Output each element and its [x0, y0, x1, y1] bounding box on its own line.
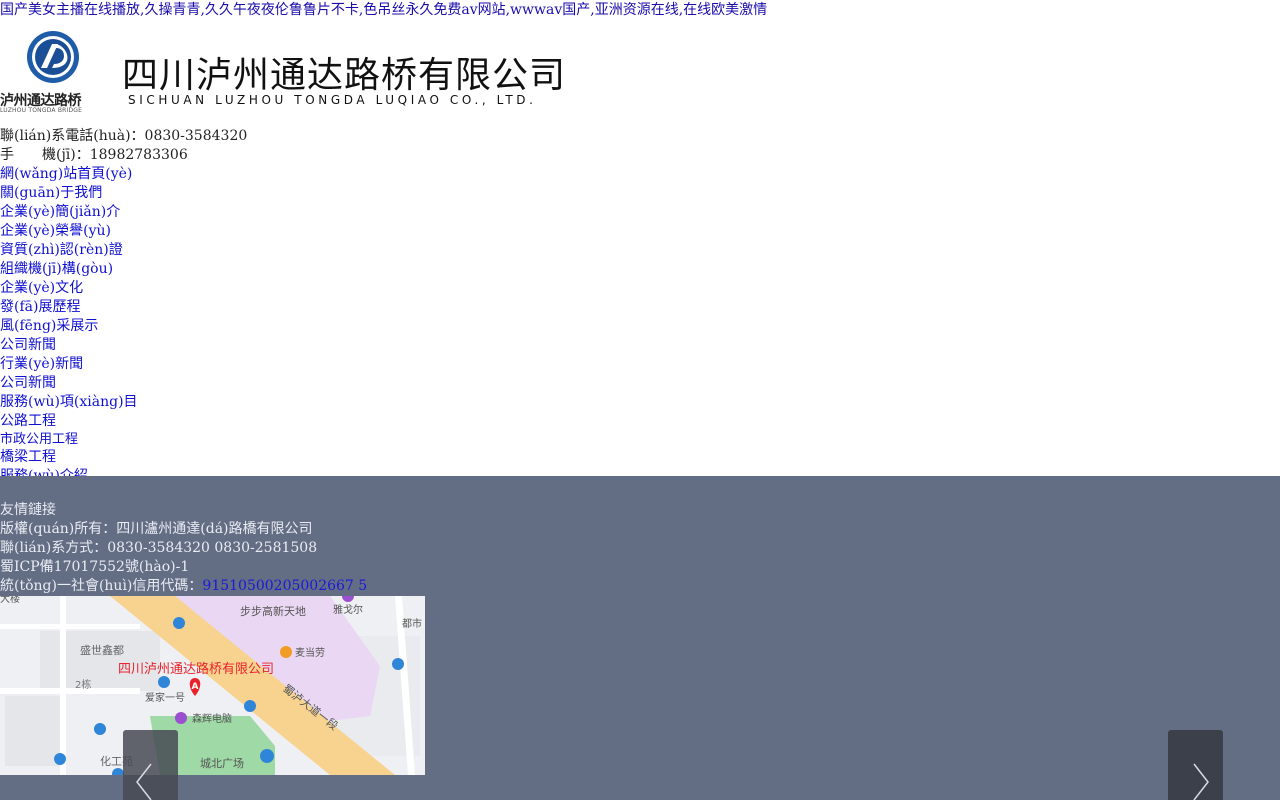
location-map[interactable]: 步步高新天地 雅戈尔 都市 麦当劳 盛世鑫都 2栋 爱家一号 森辉电脑 蜀泸大道… [0, 596, 425, 775]
nav-item-municipal[interactable]: 市政公用工程 [0, 431, 300, 448]
footer-info: 友情鏈接 版權(quán)所有：四川瀘州通達(dá)路橋有限公司 聯(lián)… [0, 501, 367, 596]
nav-item-highway[interactable]: 公路工程 [0, 412, 300, 431]
slider-prev-button[interactable] [123, 730, 178, 800]
company-logo[interactable]: 泸州通达路桥 LUZHOU TONGDA BRIDGE 四川泸州通达路桥有限公司… [0, 30, 565, 116]
footer-icp: 蜀ICP備17017552號(hào)-1 [0, 559, 190, 575]
nav-item-certification[interactable]: 資質(zhì)認(rèn)證 [0, 241, 300, 260]
company-name-cn: 四川泸州通达路桥有限公司 [122, 55, 567, 96]
contact-mobile: 手 機(jī)：18982783306 [0, 147, 188, 163]
footer-credit: 統(tǒng)一社會(huì)信用代碼：91510500205002667 5 [0, 577, 367, 596]
company-name-en: SICHUAN LUZHOU TONGDA LUQIAO CO., LTD. [128, 93, 537, 107]
logo-emblem: 泸州通达路桥 LUZHOU TONGDA BRIDGE [0, 30, 106, 116]
chevron-left-icon [136, 763, 152, 800]
map-label-bubugao: 步步高新天地 [240, 604, 306, 618]
contact-phone: 聯(lián)系電話(huà)：0830-3584320 [0, 128, 248, 144]
nav-item-honor[interactable]: 企業(yè)榮譽(yù) [0, 222, 300, 241]
map-label-senhui: 森辉电脑 [192, 712, 232, 725]
map-company-label: 四川泸州通达路桥有限公司 [118, 661, 274, 677]
nav-item-news[interactable]: 公司新聞 [0, 336, 300, 355]
map-label-mcdonalds: 麦当劳 [295, 646, 325, 659]
footer-credit-label: 統(tǒng)一社會(huì)信用代碼： [0, 578, 203, 594]
chevron-right-icon [1193, 763, 1209, 800]
nav-item-intro[interactable]: 企業(yè)簡(jiǎn)介 [0, 203, 300, 222]
friend-links-title: 友情鏈接 [0, 502, 56, 518]
footer-copyright: 版權(quán)所有：四川瀘州通達(dá)路橋有限公司 [0, 521, 313, 537]
map-label-dushi: 都市 [402, 617, 422, 630]
contact-info: 聯(lián)系電話(huà)：0830-3584320 手 機(jī)：189… [0, 127, 247, 165]
map-label-dalou: 大楼 [0, 596, 20, 605]
nav-item-culture[interactable]: 企業(yè)文化 [0, 279, 300, 298]
nav-item-history[interactable]: 發(fā)展歷程 [0, 298, 300, 317]
footer-credit-code[interactable]: 91510500205002667 5 [202, 578, 367, 594]
nav-item-industry-news[interactable]: 行業(yè)新聞 [0, 355, 300, 374]
footer-contact: 聯(lián)系方式：0830-3584320 0830-2581508 [0, 540, 318, 556]
map-label-aijia: 爱家一号 [145, 691, 185, 704]
main-nav: 網(wǎng)站首頁(yè) 關(guān)于我們 企業(yè)簡(jiǎn)介… [0, 165, 300, 476]
map-marker-letter: A [192, 682, 199, 692]
map-label-yageer: 雅戈尔 [333, 603, 363, 616]
nav-item-services[interactable]: 服務(wù)項(xiàng)目 [0, 393, 300, 412]
top-keyword-line[interactable]: 国产美女主播在线播放,久操青青,久久午夜夜伦鲁鲁片不卡,色吊丝永久免费av网站,… [0, 0, 767, 20]
map-label-chengbei: 城北广场 [200, 756, 244, 770]
nav-item-organization[interactable]: 組織機(jī)構(gòu) [0, 260, 300, 279]
map-label-shengshi: 盛世鑫都 [80, 643, 124, 657]
nav-item-home[interactable]: 網(wǎng)站首頁(yè) [0, 165, 300, 184]
logo-sub-en: LUZHOU TONGDA BRIDGE [0, 107, 83, 114]
slider-next-button[interactable] [1168, 730, 1223, 800]
top-keyword-link[interactable]: 国产美女主播在线播放,久操青青,久久午夜夜伦鲁鲁片不卡,色吊丝永久免费av网站,… [0, 2, 767, 18]
nav-item-about[interactable]: 關(guān)于我們 [0, 184, 300, 203]
nav-item-service-intro[interactable]: 服務(wù)介紹 [0, 467, 300, 476]
nav-item-bridge[interactable]: 橋梁工程 [0, 448, 300, 467]
logo-emblem-icon [27, 31, 79, 83]
map-image: 步步高新天地 雅戈尔 都市 麦当劳 盛世鑫都 2栋 爱家一号 森辉电脑 蜀泸大道… [0, 596, 425, 775]
nav-item-showcase[interactable]: 風(fēng)采展示 [0, 317, 300, 336]
map-label-2dong: 2栋 [75, 678, 91, 691]
nav-item-company-news[interactable]: 公司新聞 [0, 374, 300, 393]
